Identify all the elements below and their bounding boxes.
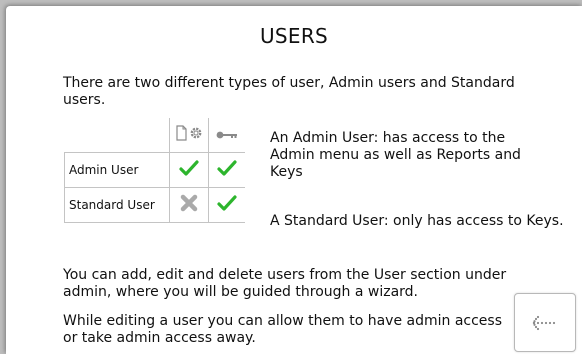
dialog-title: USERS (259, 24, 329, 48)
check-icon (217, 160, 237, 176)
cross-icon (180, 194, 198, 212)
table-header-row (64, 118, 245, 153)
document-gear-icon (176, 125, 202, 141)
row-label: Standard User (64, 187, 170, 223)
manage-users-paragraph: You can add, edit and delete users from … (63, 267, 507, 300)
admin-user-description: An Admin User: has access to the Admin m… (270, 130, 521, 180)
users-help-dialog: USERS There are two different types of u… (6, 6, 582, 354)
table-row: Admin User (64, 152, 245, 188)
back-button[interactable] (514, 293, 576, 352)
admin-menu-column-header (169, 118, 209, 153)
check-icon (179, 160, 199, 176)
key-icon (216, 131, 237, 138)
admin-access-paragraph: While editing a user you can allow them … (63, 313, 503, 346)
keys-column-header (208, 118, 245, 153)
dotted-back-arrow-icon (532, 315, 556, 330)
row-label: Admin User (64, 152, 170, 188)
table-row: Standard User (64, 187, 245, 223)
intro-text: There are two different types of user, A… (63, 75, 515, 108)
standard-user-description: A Standard User: only has access to Keys… (270, 213, 564, 229)
permissions-table: Admin User Standard User (64, 118, 245, 223)
check-icon (217, 195, 237, 211)
